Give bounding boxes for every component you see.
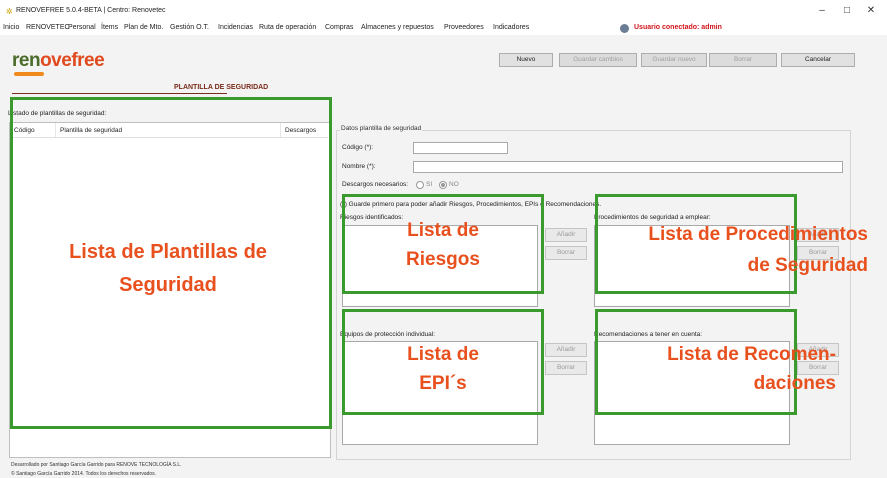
app-icon: ✲ (6, 7, 13, 16)
title-bar: ✲ RENOVEFREE 5.0.4-BETA | Centro: Renove… (0, 0, 887, 22)
menu-item-items[interactable]: Ítems (101, 24, 118, 31)
epis-annotation-text: Lista de EPI´s (407, 344, 479, 394)
nuevo-button[interactable]: Nuevo (499, 53, 553, 67)
plantillas-annotation-text: Lista de Plantillas de Seguridad (69, 241, 267, 296)
no-radio[interactable] (439, 181, 447, 189)
logo-swoosh (14, 72, 44, 76)
menu-item-personal[interactable]: Personal (68, 24, 96, 31)
codigo-label: Código (*): (342, 144, 374, 151)
codigo-input[interactable] (413, 142, 508, 154)
footer-developer: Desarrollado por Santiago García Garrido… (11, 462, 182, 468)
minimize-button[interactable]: – (810, 4, 834, 18)
window-title: RENOVEFREE 5.0.4-BETA | Centro: Renovete… (16, 7, 166, 14)
epis-borrar-button[interactable]: Borrar (545, 361, 587, 375)
close-button[interactable]: ✕ (859, 4, 883, 18)
menu-item-gestion-ot[interactable]: Gestión O.T. (170, 24, 209, 31)
group-title: Datos plantilla de seguridad (340, 125, 423, 132)
menu-item-almacenes[interactable]: Almacenes y repuestos (361, 24, 434, 31)
menu-item-incidencias[interactable]: Incidencias (218, 24, 253, 31)
menu-item-indicadores[interactable]: Indicadores (493, 24, 529, 31)
procedimientos-annotation-text: Lista de Procedimientos de Seguridad (648, 224, 868, 276)
riesgos-borrar-button[interactable]: Borrar (545, 246, 587, 260)
menu-item-proveedores[interactable]: Proveedores (444, 24, 484, 31)
menu-item-renovetec[interactable]: RENOVETEC (26, 24, 70, 31)
epis-anadir-button[interactable]: Añadir (545, 343, 587, 357)
nombre-label: Nombre (*): (342, 163, 376, 170)
menu-item-ruta-operacion[interactable]: Ruta de operación (259, 24, 316, 31)
no-radio-label: NO (449, 181, 459, 188)
riesgos-annotation-text: Lista de Riesgos (406, 220, 480, 270)
title-underline (12, 93, 227, 94)
user-connected-label: Usuario conectado: admin (634, 24, 722, 31)
user-icon (620, 24, 629, 33)
nombre-input[interactable] (413, 161, 843, 173)
maximize-button[interactable]: □ (835, 4, 859, 18)
logo-text-part1: ren (12, 50, 41, 71)
menu-bar: Inicio RENOVETEC Personal Ítems Plan de … (0, 22, 887, 35)
si-radio-label: SI (426, 181, 433, 188)
cancelar-button[interactable]: Cancelar (781, 53, 855, 67)
descargos-label: Descargos necesarios: (342, 181, 409, 188)
si-radio[interactable] (416, 181, 424, 189)
module-title: PLANTILLA DE SEGURIDAD (174, 84, 269, 91)
renovefree-logo: renovefree (12, 50, 105, 72)
menu-item-compras[interactable]: Compras (325, 24, 353, 31)
recomendaciones-annotation-text: Lista de Recomen- daciones (667, 344, 836, 394)
logo-text-part2: ovefree (40, 50, 105, 71)
footer-copyright: © Santiago García Garrido 2014. Todos lo… (11, 471, 157, 477)
riesgos-anadir-button[interactable]: Añadir (545, 228, 587, 242)
guardar-nuevo-button[interactable]: Guardar nuevo (641, 53, 707, 67)
menu-item-plan-mto[interactable]: Plan de Mto. (124, 24, 163, 31)
menu-item-inicio[interactable]: Inicio (3, 24, 19, 31)
borrar-button[interactable]: Borrar (709, 53, 777, 67)
guardar-cambios-button[interactable]: Guardar cambios (559, 53, 637, 67)
